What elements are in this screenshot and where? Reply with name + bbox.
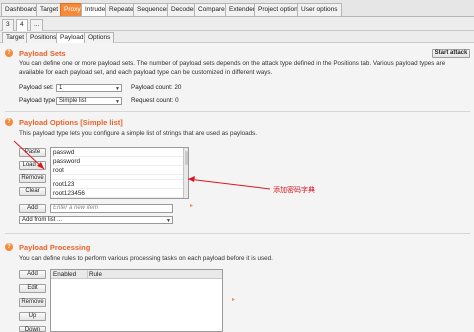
marker-icon: ▸ [190, 203, 194, 209]
description-line: You can define one or more payload sets.… [19, 60, 446, 67]
payload-type-label: Payload type: [19, 97, 58, 104]
tab-dashboard[interactable]: Dashboard [1, 3, 41, 16]
main-tab-bar: Dashboard Target Proxy Intruder Repeater… [0, 0, 474, 17]
load-button[interactable]: Load ... [19, 161, 46, 170]
divider [5, 233, 470, 234]
arrowhead-icon [188, 176, 195, 182]
list-item[interactable]: password [51, 157, 188, 166]
column-enabled[interactable]: Enabled [53, 270, 76, 279]
attack-tab-bar: 3 4 ... [0, 18, 474, 31]
add-rule-button[interactable]: Add [19, 270, 46, 279]
clear-button[interactable]: Clear [19, 187, 46, 196]
column-divider [87, 270, 88, 278]
payloads-panel: ? Payload Sets Start attack You can defi… [0, 43, 474, 332]
remove-button[interactable]: Remove [19, 174, 46, 183]
column-rule[interactable]: Rule [89, 270, 102, 279]
down-rule-button[interactable]: Down [19, 326, 46, 332]
payload-list[interactable]: passwd password root root123 root123456 … [50, 147, 189, 199]
annotation-text: 添加密码字典 [273, 187, 315, 194]
list-item[interactable]: root123 [51, 180, 188, 189]
payload-processing-description: You can define rules to perform various … [19, 255, 273, 262]
list-scrollbar[interactable] [183, 148, 188, 198]
payload-processing-title: Payload Processing [19, 243, 91, 252]
payload-options-description: This payload type lets you configure a s… [19, 130, 258, 137]
description-line: available for each payload set, and each… [19, 68, 273, 76]
add-from-list-select[interactable]: Add from list ... ▼ [19, 216, 173, 224]
start-attack-button[interactable]: Start attack [432, 49, 470, 58]
add-from-list-value: Add from list ... [22, 217, 63, 223]
list-item[interactable]: passwd [51, 148, 188, 157]
marker-icon: ▸ [232, 297, 236, 303]
up-rule-button[interactable]: Up [19, 312, 46, 321]
help-icon[interactable]: ? [5, 243, 13, 251]
tab-intruder-target[interactable]: Target [2, 32, 29, 43]
list-item[interactable]: admin [51, 198, 188, 199]
attack-tab-new[interactable]: ... [30, 19, 44, 31]
payload-options-title: Payload Options [Simple list] [19, 118, 123, 127]
help-icon[interactable]: ? [5, 118, 13, 126]
intruder-tab-bar: Target Positions Payloads Options [0, 31, 474, 43]
edit-rule-button[interactable]: Edit [19, 284, 46, 293]
payload-type-select[interactable]: Simple list ▼ [56, 97, 122, 105]
remove-rule-button[interactable]: Remove [19, 298, 46, 307]
request-count: Request count: 0 [131, 97, 179, 104]
scrollbar-thumb[interactable] [185, 151, 188, 165]
help-icon[interactable]: ? [5, 49, 13, 57]
chevron-down-icon: ▼ [166, 218, 171, 224]
attack-tab-3[interactable]: 3 [2, 19, 14, 31]
processing-rules-table[interactable]: Enabled Rule [50, 269, 223, 332]
chevron-down-icon: ▼ [115, 99, 120, 105]
new-item-input[interactable]: Enter a new item [50, 204, 173, 213]
attack-tab-4[interactable]: 4 [16, 19, 28, 31]
list-item[interactable]: root123456 [51, 189, 188, 198]
list-item[interactable]: root [51, 166, 188, 175]
add-button[interactable]: Add [19, 204, 46, 213]
payload-set-value: 1 [59, 85, 63, 91]
tab-target[interactable]: Target [36, 3, 63, 16]
payload-sets-description: You can define one or more payload sets.… [19, 60, 469, 77]
payload-sets-title: Payload Sets [19, 49, 66, 58]
arrow-to-list [187, 178, 271, 190]
payload-count: Payload count: 20 [131, 84, 182, 91]
tab-options[interactable]: Options [84, 32, 115, 43]
divider [5, 111, 470, 112]
tab-user-options[interactable]: User options [297, 3, 342, 16]
table-header: Enabled Rule [51, 270, 222, 279]
paste-button[interactable]: Paste [19, 148, 46, 157]
chevron-down-icon: ▼ [115, 86, 120, 92]
payload-set-label: Payload set: [19, 84, 54, 91]
payload-type-value: Simple list [59, 98, 87, 104]
payload-set-select[interactable]: 1 ▼ [56, 84, 122, 92]
